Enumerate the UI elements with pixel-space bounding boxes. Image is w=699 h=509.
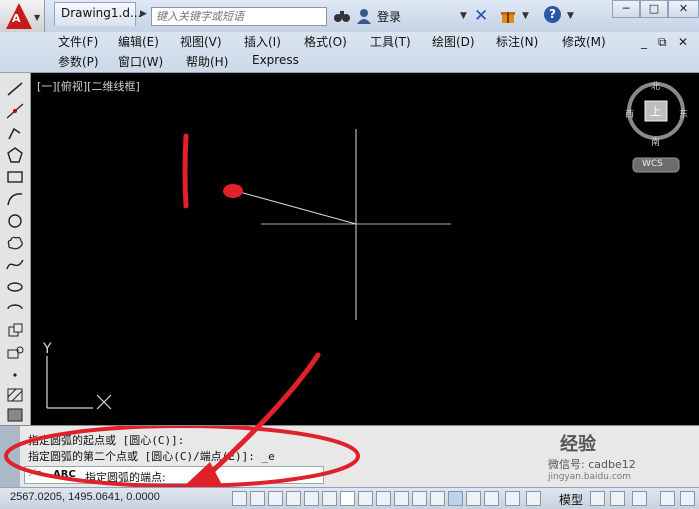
dynamic-input-toggle[interactable]	[394, 491, 409, 506]
lineweight-toggle[interactable]	[412, 491, 427, 506]
object-snap-tracking-toggle[interactable]	[358, 491, 373, 506]
layout-icon[interactable]	[590, 491, 605, 506]
snap-mode-toggle[interactable]	[250, 491, 265, 506]
grid-display-toggle[interactable]	[268, 491, 283, 506]
selection-cycling-toggle[interactable]	[466, 491, 481, 506]
model-tab[interactable]: 模型	[559, 491, 583, 508]
dynamic-ucs-toggle[interactable]	[376, 491, 391, 506]
quick-view-icon[interactable]	[610, 491, 625, 506]
settings-icon[interactable]	[680, 491, 695, 506]
full-screen-icon[interactable]	[660, 491, 675, 506]
red-arrow-annotation	[180, 352, 321, 490]
infer-constraints-toggle[interactable]	[232, 491, 247, 506]
annotation-scale-icon[interactable]	[632, 491, 647, 506]
workspace-icon[interactable]	[505, 491, 520, 506]
coordinate-readout[interactable]: 2567.0205, 1495.0641, 0.0000	[10, 491, 160, 503]
polar-tracking-toggle[interactable]	[304, 491, 319, 506]
status-bar: 2567.0205, 1495.0641, 0.0000 模型	[0, 487, 699, 509]
annotation-monitor-toggle[interactable]	[484, 491, 499, 506]
quick-properties-toggle[interactable]	[448, 491, 463, 506]
transparency-toggle[interactable]	[430, 491, 445, 506]
3d-osnap-toggle[interactable]	[322, 491, 337, 506]
plus-icon[interactable]	[526, 491, 541, 506]
object-snap-toggle[interactable]	[340, 491, 355, 506]
ortho-mode-toggle[interactable]	[286, 491, 301, 506]
